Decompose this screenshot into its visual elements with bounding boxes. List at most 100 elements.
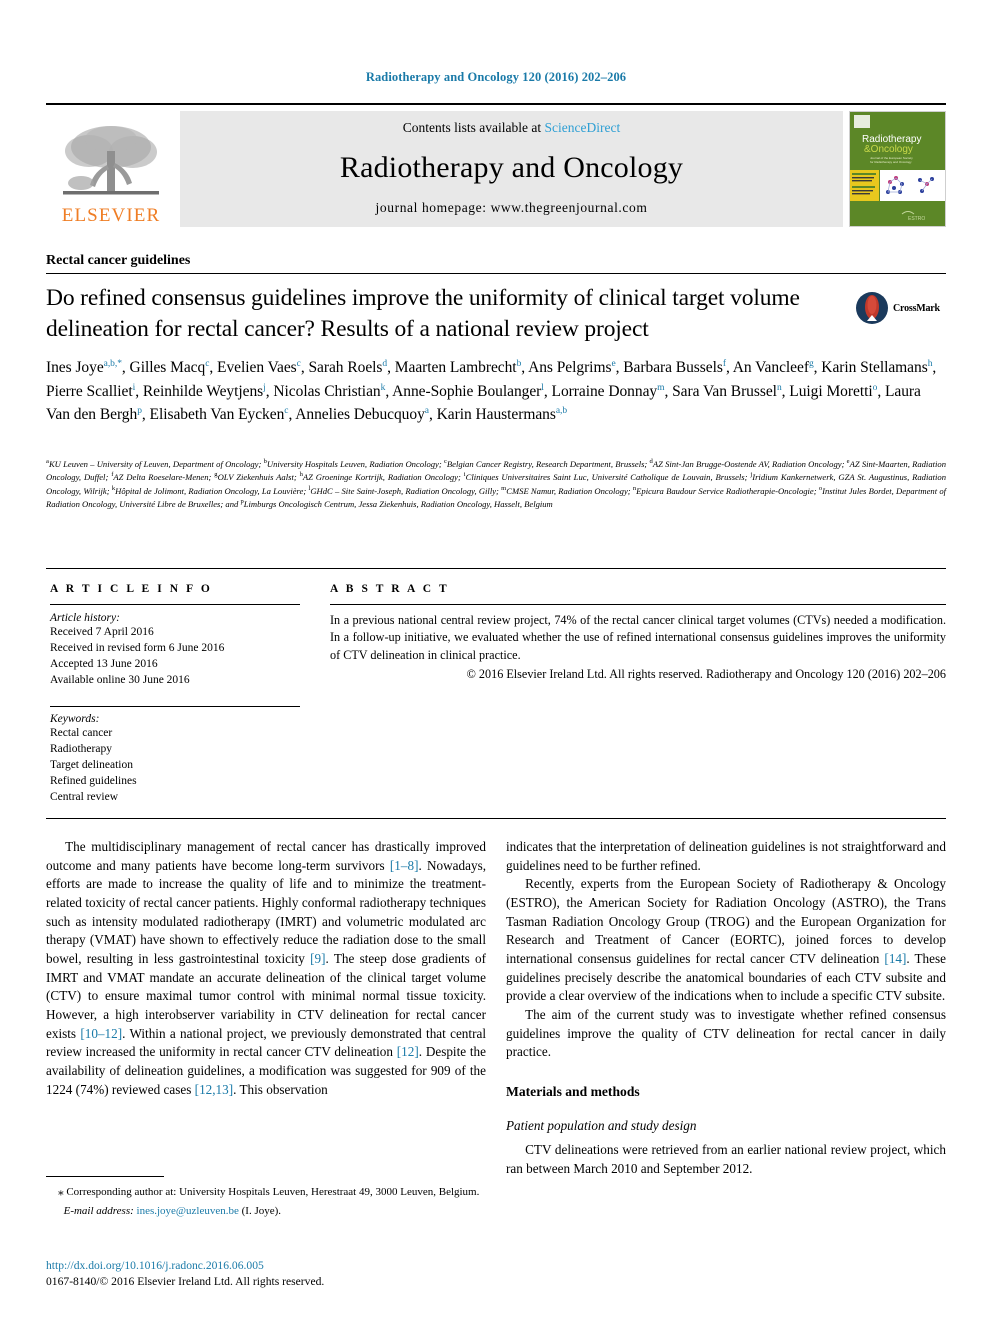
author-name[interactable]: Anne-Sophie Boulanger (392, 383, 541, 400)
author-affiliation-mark[interactable]: c (297, 359, 301, 369)
section-heading-materials: Materials and methods (506, 1084, 640, 1100)
article-info-rule (50, 604, 300, 605)
info-band-top-rule (46, 568, 946, 569)
keywords-label: Keywords: (50, 712, 100, 725)
author-affiliation-mark[interactable]: b (517, 359, 522, 369)
citation-ref[interactable]: [14] (884, 951, 906, 966)
affiliation-text: University Hospitals Leuven, Radiation O… (266, 459, 444, 469)
author-name[interactable]: Elisabeth Van Eycken (150, 406, 285, 423)
author-name[interactable]: Gilles Macq (130, 359, 206, 376)
running-head: Radiotherapy and Oncology 120 (2016) 202… (365, 70, 627, 84)
affiliation-list: aKU Leuven – University of Leuven, Depar… (46, 458, 946, 511)
citation-ref[interactable]: [9] (310, 951, 325, 966)
author-name[interactable]: Annelies Debucquoy (295, 406, 425, 423)
author-name[interactable]: Lorraine Donnay (552, 383, 658, 400)
crossmark-icon (856, 292, 888, 324)
article-history-item: Available online 30 June 2016 (50, 673, 190, 686)
info-band-bottom-rule (46, 818, 946, 819)
imprint-block: http://dx.doi.org/10.1016/j.radonc.2016.… (46, 1258, 486, 1289)
author-name[interactable]: Sarah Roels (308, 359, 382, 376)
elsevier-wordmark: ELSEVIER (61, 205, 161, 226)
author-affiliation-mark[interactable]: o (873, 382, 878, 393)
author-name[interactable]: Maarten Lambrecht (395, 359, 517, 376)
author-name[interactable]: Karin Stellamans (821, 359, 927, 376)
email-label: E-mail address: (63, 1205, 134, 1218)
keyword-item: Target delineation (50, 758, 133, 771)
article-page: Radiotherapy and Oncology 120 (2016) 202… (0, 0, 992, 1323)
svg-text:for Radiotherapy and Oncology: for Radiotherapy and Oncology (870, 160, 912, 164)
article-history-label: Article history: (50, 612, 120, 624)
author-affiliation-mark[interactable]: c (284, 406, 288, 416)
email-suffix: (I. Joye). (238, 1205, 282, 1218)
journal-homepage[interactable]: journal homepage: www.thegreenjournal.co… (376, 200, 648, 216)
keyword-item: Central review (50, 790, 119, 803)
author-affiliation-mark[interactable]: a (425, 406, 429, 416)
crossmark-badge[interactable]: CrossMark (855, 288, 950, 328)
author-name[interactable]: Reinhilde Weytjens (143, 383, 263, 400)
email-link[interactable]: ines.joye@uzleuven.be (137, 1205, 239, 1217)
keyword-item: Refined guidelines (50, 774, 137, 787)
citation-ref[interactable]: [12] (397, 1044, 419, 1059)
keyword-item: Rectal cancer (50, 726, 113, 739)
author-name[interactable]: Luigi Moretti (789, 383, 872, 400)
affiliation-text: AZ Groeninge Kortrijk, Radiation Oncolog… (302, 472, 464, 483)
contents-line: Contents lists available at ScienceDirec… (403, 120, 620, 136)
journal-cover-art: Radiotherapy &Oncology Journal of the Eu… (850, 112, 945, 226)
keywords-rule (50, 705, 300, 707)
author-affiliation-mark[interactable]: k (381, 382, 386, 393)
author-name[interactable]: An Vancleef (733, 359, 809, 376)
affiliation-text: Hôpital de Jolimont, Radiation Oncology,… (115, 485, 309, 496)
author-name[interactable]: Pierre Scalliet (46, 383, 133, 400)
citation-ref[interactable]: [10–12] (80, 1026, 122, 1041)
body-paragraph: indicates that the interpretation of del… (506, 839, 946, 873)
doi-link[interactable]: http://dx.doi.org/10.1016/j.radonc.2016.… (46, 1258, 486, 1274)
abstract-body: In a previous national central review pr… (330, 613, 946, 662)
author-name[interactable]: Ans Pelgrims (528, 359, 611, 376)
author-name[interactable]: Karin Haustermans (437, 406, 556, 423)
abstract-copyright: © 2016 Elsevier Ireland Ltd. All rights … (466, 666, 946, 681)
author-name[interactable]: Ines Joye (46, 359, 104, 376)
svg-text:ESTRO: ESTRO (908, 216, 925, 222)
citation-ref[interactable]: [1–8] (390, 858, 419, 873)
abstract-column: A B S T R A C T In a previous national c… (330, 583, 946, 683)
author-affiliation-mark[interactable]: p (137, 406, 142, 416)
author-affiliation-mark[interactable]: n (777, 382, 782, 393)
body-paragraph: The multidisciplinary management of rect… (46, 839, 487, 1097)
author-affiliation-mark[interactable]: c (205, 359, 209, 369)
article-history-item: Accepted 13 June 2016 (50, 657, 158, 670)
corresponding-author-text: ⁎ Corresponding author at: University Ho… (58, 1186, 480, 1198)
elsevier-tree-icon (63, 126, 159, 195)
body-paragraph: The aim of the current study was to inve… (506, 1007, 946, 1060)
affiliation-text: OLV Ziekenhuis Aalst; (217, 472, 300, 483)
author-affiliation-mark[interactable]: a,b (556, 406, 567, 416)
author-affiliation-mark[interactable]: m (657, 382, 664, 393)
author-name[interactable]: Evelien Vaes (217, 359, 297, 376)
author-name[interactable]: Barbara Bussels (623, 359, 723, 376)
abstract-heading: A B S T R A C T (330, 583, 450, 595)
citation-ref[interactable]: [12,13] (195, 1082, 233, 1097)
body-column-left: The multidisciplinary management of rect… (46, 838, 486, 1099)
affiliation-text: GHdC – Site Saint-Joseph, Radiation Onco… (310, 485, 502, 496)
author-affiliation-mark[interactable]: g (809, 359, 814, 369)
author-affiliation-mark[interactable]: e (611, 359, 615, 369)
article-info-heading: A R T I C L E I N F O (50, 583, 213, 595)
footnote-rule (46, 1176, 164, 1177)
affiliation-text: CMSE Namur, Radiation Oncology; (506, 485, 633, 496)
author-name[interactable]: Nicolas Christian (273, 383, 380, 400)
affiliation-text: Cliniques Universitaires Saint Luc, Univ… (465, 472, 751, 483)
article-history-item: Received in revised form 6 June 2016 (50, 641, 225, 654)
contents-prefix: Contents lists available at (402, 120, 545, 135)
author-affiliation-mark[interactable]: a,b,* (104, 359, 122, 369)
author-affiliation-mark[interactable]: h (928, 359, 933, 369)
body-paragraph: Recently, experts from the European Soci… (506, 876, 946, 1004)
affiliation-text: AZ Sint-Jan Brugge-Oostende AV, Radiatio… (652, 459, 847, 469)
author-affiliation-mark[interactable]: l (541, 382, 544, 393)
author-affiliation-mark[interactable]: f (723, 359, 726, 369)
author-affiliation-mark[interactable]: j (263, 382, 266, 393)
sciencedirect-link[interactable]: ScienceDirect (545, 120, 621, 135)
author-name[interactable]: Sara Van Brussel (672, 383, 777, 400)
author-affiliation-mark[interactable]: d (382, 359, 387, 369)
keywords-block: Keywords: Rectal cancer Radiotherapy Tar… (50, 705, 300, 806)
author-affiliation-mark[interactable]: i (133, 382, 136, 393)
section-label: Rectal cancer guidelines (46, 253, 191, 268)
